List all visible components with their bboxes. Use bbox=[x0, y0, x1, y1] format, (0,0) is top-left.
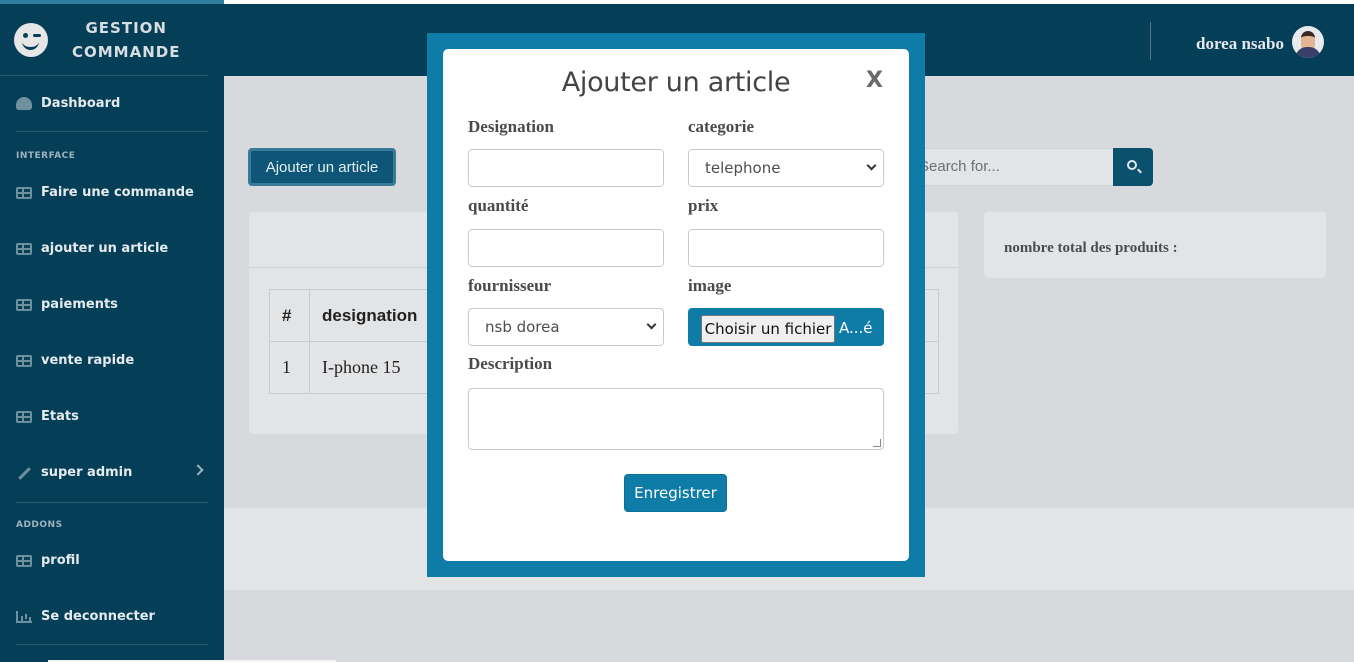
fournisseur-select[interactable]: nsb dorea bbox=[468, 308, 664, 346]
tachometer-icon bbox=[16, 97, 32, 110]
file-name: A...é bbox=[839, 319, 873, 337]
sidebar-item-label: Faire une commande bbox=[41, 185, 194, 200]
close-icon[interactable]: X bbox=[866, 68, 883, 93]
prix-label: prix bbox=[688, 196, 719, 215]
sidebar-item-label: paiements bbox=[41, 297, 118, 312]
sidebar-heading-addons: ADDONS bbox=[16, 520, 63, 530]
resize-handle-icon[interactable] bbox=[873, 439, 881, 447]
search-input[interactable]: Search for... bbox=[900, 148, 1114, 186]
brand-name: GESTION COMMANDE bbox=[72, 16, 180, 64]
modal-title: Ajouter un article bbox=[561, 67, 791, 98]
designation-input[interactable] bbox=[468, 149, 664, 187]
save-button[interactable]: Enregistrer bbox=[624, 474, 727, 512]
brand-line-1: GESTION bbox=[85, 18, 167, 37]
sidebar-item-label: Etats bbox=[41, 409, 79, 424]
sidebar-item-label: profil bbox=[41, 553, 80, 568]
user-name[interactable]: dorea nsabo bbox=[1196, 34, 1284, 54]
sidebar-divider bbox=[16, 644, 208, 645]
sidebar-item-faire-commande[interactable]: Faire une commande bbox=[16, 185, 194, 200]
sidebar-item-profil[interactable]: profil bbox=[16, 553, 80, 568]
cell-number: 1 bbox=[269, 341, 310, 394]
choose-file-button[interactable]: Choisir un fichier bbox=[701, 315, 835, 343]
brand[interactable]: GESTION COMMANDE bbox=[0, 4, 208, 76]
table-icon bbox=[16, 186, 32, 199]
table-icon bbox=[16, 410, 32, 423]
fournisseur-selected-value: nsb dorea bbox=[485, 318, 560, 336]
sidebar-item-dashboard[interactable]: Dashboard bbox=[16, 96, 120, 111]
description-label: Description bbox=[468, 354, 553, 373]
quantite-label: quantité bbox=[468, 196, 529, 215]
sidebar-heading-interface: INTERFACE bbox=[16, 151, 76, 161]
quantite-input[interactable] bbox=[468, 229, 664, 267]
search-icon bbox=[1127, 160, 1137, 170]
sidebar-item-label: Dashboard bbox=[41, 96, 121, 111]
total-products-label: nombre total des produits : bbox=[1004, 240, 1178, 256]
sidebar-item-label: super admin bbox=[41, 465, 133, 480]
sidebar-item-super-admin[interactable]: super admin bbox=[16, 465, 132, 480]
table-icon bbox=[16, 354, 32, 367]
fournisseur-label: fournisseur bbox=[468, 276, 552, 295]
sidebar-item-label: Se deconnecter bbox=[41, 609, 155, 624]
chevron-down-icon bbox=[646, 319, 657, 330]
brand-line-2: COMMANDE bbox=[72, 42, 181, 61]
chevron-down-icon bbox=[866, 160, 877, 171]
sidebar-divider bbox=[16, 502, 208, 503]
wink-face-icon bbox=[14, 22, 48, 57]
sidebar-item-vente-rapide[interactable]: vente rapide bbox=[16, 353, 134, 368]
add-article-modal: Ajouter un article X Designation categor… bbox=[443, 49, 909, 561]
sidebar-item-label: vente rapide bbox=[41, 353, 135, 368]
sidebar-item-paiements[interactable]: paiements bbox=[16, 297, 118, 312]
topbar-divider bbox=[1150, 22, 1151, 60]
column-header-number: # bbox=[269, 289, 310, 342]
designation-label: Designation bbox=[468, 117, 554, 136]
sidebar-divider bbox=[16, 131, 208, 132]
avatar[interactable] bbox=[1292, 26, 1324, 58]
sidebar-item-etats[interactable]: Etats bbox=[16, 409, 79, 424]
table-icon bbox=[16, 242, 32, 255]
area-chart-icon bbox=[16, 610, 32, 623]
sidebar-item-se-deconnecter[interactable]: Se deconnecter bbox=[16, 609, 155, 624]
description-textarea[interactable] bbox=[468, 388, 884, 450]
sidebar-item-ajouter-article[interactable]: ajouter un article bbox=[16, 241, 168, 256]
categorie-select[interactable]: telephone bbox=[688, 149, 884, 187]
search-button[interactable] bbox=[1113, 148, 1153, 186]
table-icon bbox=[16, 554, 32, 567]
image-label: image bbox=[688, 276, 732, 295]
wrench-icon bbox=[16, 467, 32, 479]
categorie-selected-value: telephone bbox=[705, 159, 781, 177]
table-icon bbox=[16, 298, 32, 311]
stats-card: nombre total des produits : bbox=[984, 212, 1326, 278]
image-file-input[interactable]: Choisir un fichier A...é bbox=[688, 308, 884, 346]
categorie-label: categorie bbox=[688, 117, 755, 136]
prix-input[interactable] bbox=[688, 229, 884, 267]
sidebar-item-label: ajouter un article bbox=[41, 241, 169, 256]
add-article-button[interactable]: Ajouter un article bbox=[248, 148, 396, 186]
